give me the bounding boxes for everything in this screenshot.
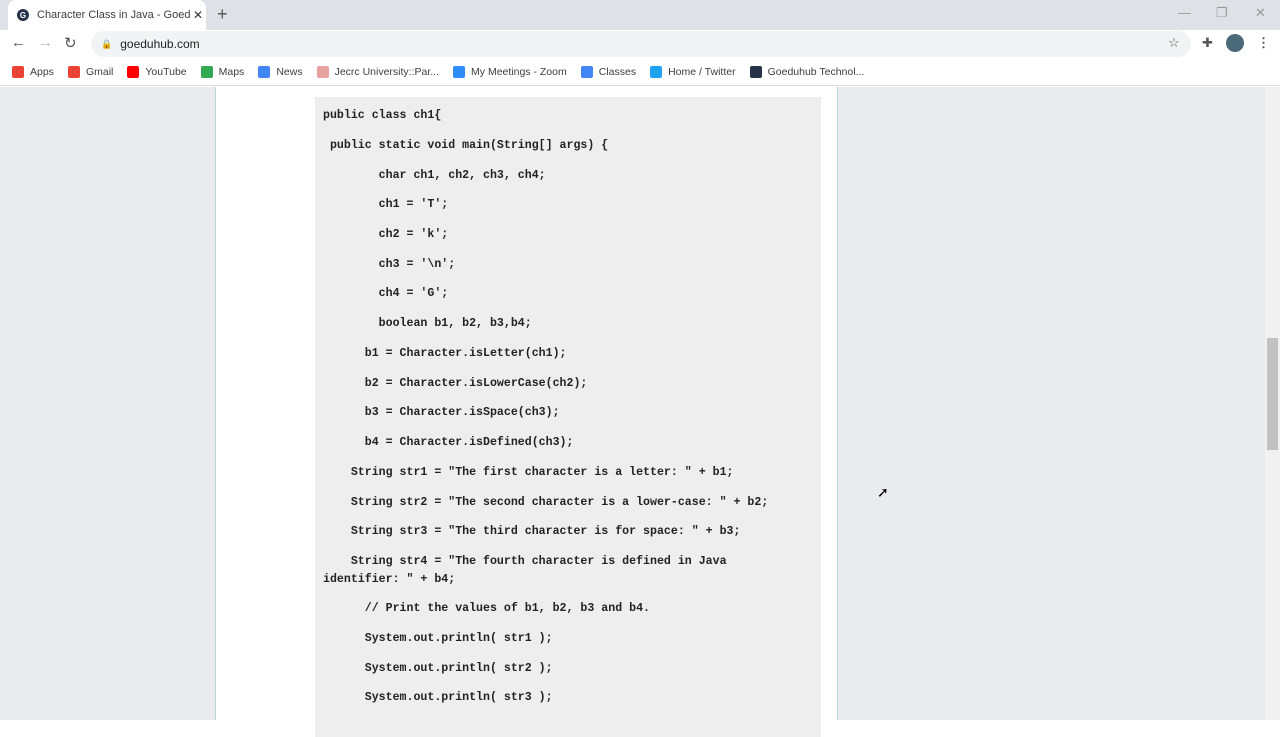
bookmark-item[interactable]: Jecrc University::Par... xyxy=(316,65,440,78)
bookmark-item[interactable]: Classes xyxy=(580,65,637,78)
bookmark-item[interactable]: Gmail xyxy=(67,65,114,78)
tab-title: Character Class in Java - Goeduhub xyxy=(37,9,190,21)
toolbar: ← → ↻ 🔒 goeduhub.com ☆ ✚ ⋮ xyxy=(0,30,1280,58)
address-bar[interactable]: 🔒 goeduhub.com xyxy=(91,31,1191,57)
code-line: ch1 = 'T'; xyxy=(323,198,449,211)
site-favicon-icon: G xyxy=(17,9,29,21)
code-line: public static void main(String[] args) { xyxy=(323,139,609,152)
profile-avatar[interactable] xyxy=(1226,34,1244,52)
minimize-icon[interactable]: — xyxy=(1178,5,1191,20)
code-line: b2 = Character.isLowerCase(ch2); xyxy=(323,377,588,390)
restore-icon[interactable]: ❐ xyxy=(1216,5,1228,21)
new-tab-icon[interactable]: + xyxy=(217,4,228,25)
code-line: b4 = Character.isDefined(ch3); xyxy=(323,436,574,449)
scrollbar[interactable] xyxy=(1265,87,1280,720)
bookmark-icon xyxy=(258,65,271,78)
code-line: System.out.println( str3 ); xyxy=(323,691,553,704)
bookmark-item[interactable]: YouTube xyxy=(127,65,187,78)
code-line: identifier: " + b4; xyxy=(323,573,456,586)
bookmark-icon xyxy=(127,65,140,78)
bookmark-item[interactable]: News xyxy=(258,65,303,78)
bookmark-item[interactable]: Apps xyxy=(12,65,54,78)
bookmark-label: Home / Twitter xyxy=(668,65,736,78)
bookmark-icon xyxy=(453,65,466,78)
bookmark-icon xyxy=(580,65,593,78)
tab-close-icon[interactable]: ✕ xyxy=(190,8,206,22)
code-block: public class ch1{ public static void mai… xyxy=(315,97,821,737)
tab-active[interactable]: G Character Class in Java - Goeduhub ✕ xyxy=(8,0,206,30)
code-line: char ch1, ch2, ch3, ch4; xyxy=(323,169,546,182)
close-window-icon[interactable]: ✕ xyxy=(1255,5,1266,21)
bookmark-label: My Meetings - Zoom xyxy=(471,65,567,78)
code-line: System.out.println( str2 ); xyxy=(323,662,553,675)
back-icon[interactable]: ← xyxy=(11,34,26,51)
code-line: String str1 = "The first character is a … xyxy=(323,466,734,479)
bookmark-icon xyxy=(316,65,329,78)
code-line: ch2 = 'k'; xyxy=(323,228,449,241)
reload-icon[interactable]: ↻ xyxy=(64,34,77,52)
page-viewport: public class ch1{ public static void mai… xyxy=(0,87,1265,737)
bookmark-item[interactable]: Home / Twitter xyxy=(650,65,736,78)
mouse-cursor-icon: ➚ xyxy=(877,484,889,500)
bookmark-label: Gmail xyxy=(85,65,114,78)
menu-icon[interactable]: ⋮ xyxy=(1257,35,1270,51)
forward-icon[interactable]: → xyxy=(38,34,53,51)
code-line: String str4 = "The fourth character is d… xyxy=(323,555,727,568)
scrollbar-thumb[interactable] xyxy=(1267,338,1278,450)
bookmark-icon xyxy=(12,65,24,78)
code-line: String str3 = "The third character is fo… xyxy=(323,525,741,538)
code-line: boolean b1, b2, b3,b4; xyxy=(323,317,532,330)
bookmark-label: News xyxy=(276,65,303,78)
bookmark-icon xyxy=(749,65,762,78)
bookmark-label: YouTube xyxy=(145,65,187,78)
bookmark-icon xyxy=(67,65,80,78)
code-line: public class ch1{ xyxy=(323,109,442,122)
bookmark-item[interactable]: My Meetings - Zoom xyxy=(453,65,567,78)
code-line: String str2 = "The second character is a… xyxy=(323,496,769,509)
bookmark-label: Apps xyxy=(30,65,54,78)
bookmark-star-icon[interactable]: ☆ xyxy=(1168,35,1180,51)
code-line: b1 = Character.isLetter(ch1); xyxy=(323,347,567,360)
url-text: goeduhub.com xyxy=(120,37,200,51)
bookmark-label: Jecrc University::Par... xyxy=(334,65,440,78)
bookmark-item[interactable]: Goeduhub Technol... xyxy=(749,65,865,78)
bookmark-icon xyxy=(200,65,213,78)
article-content: public class ch1{ public static void mai… xyxy=(215,87,838,737)
bookmark-icon xyxy=(650,65,663,78)
extensions-icon[interactable]: ✚ xyxy=(1202,35,1213,51)
bookmark-label: Classes xyxy=(598,65,637,78)
lock-icon: 🔒 xyxy=(101,38,113,49)
code-line: b3 = Character.isSpace(ch3); xyxy=(323,406,560,419)
code-line: // Print the values of b1, b2, b3 and b4… xyxy=(323,602,650,615)
bookmark-label: Goeduhub Technol... xyxy=(767,65,865,78)
code-line: ch3 = '\n'; xyxy=(323,258,456,271)
code-line: System.out.println( str1 ); xyxy=(323,632,553,645)
bookmark-item[interactable]: Maps xyxy=(200,65,245,78)
tab-strip: G Character Class in Java - Goeduhub ✕ +… xyxy=(0,0,1280,30)
bookmark-label: Maps xyxy=(218,65,245,78)
code-line: ch4 = 'G'; xyxy=(323,287,449,300)
bookmarks-bar: Apps Gmail YouTube Maps News Jecrc University… xyxy=(0,58,1280,86)
